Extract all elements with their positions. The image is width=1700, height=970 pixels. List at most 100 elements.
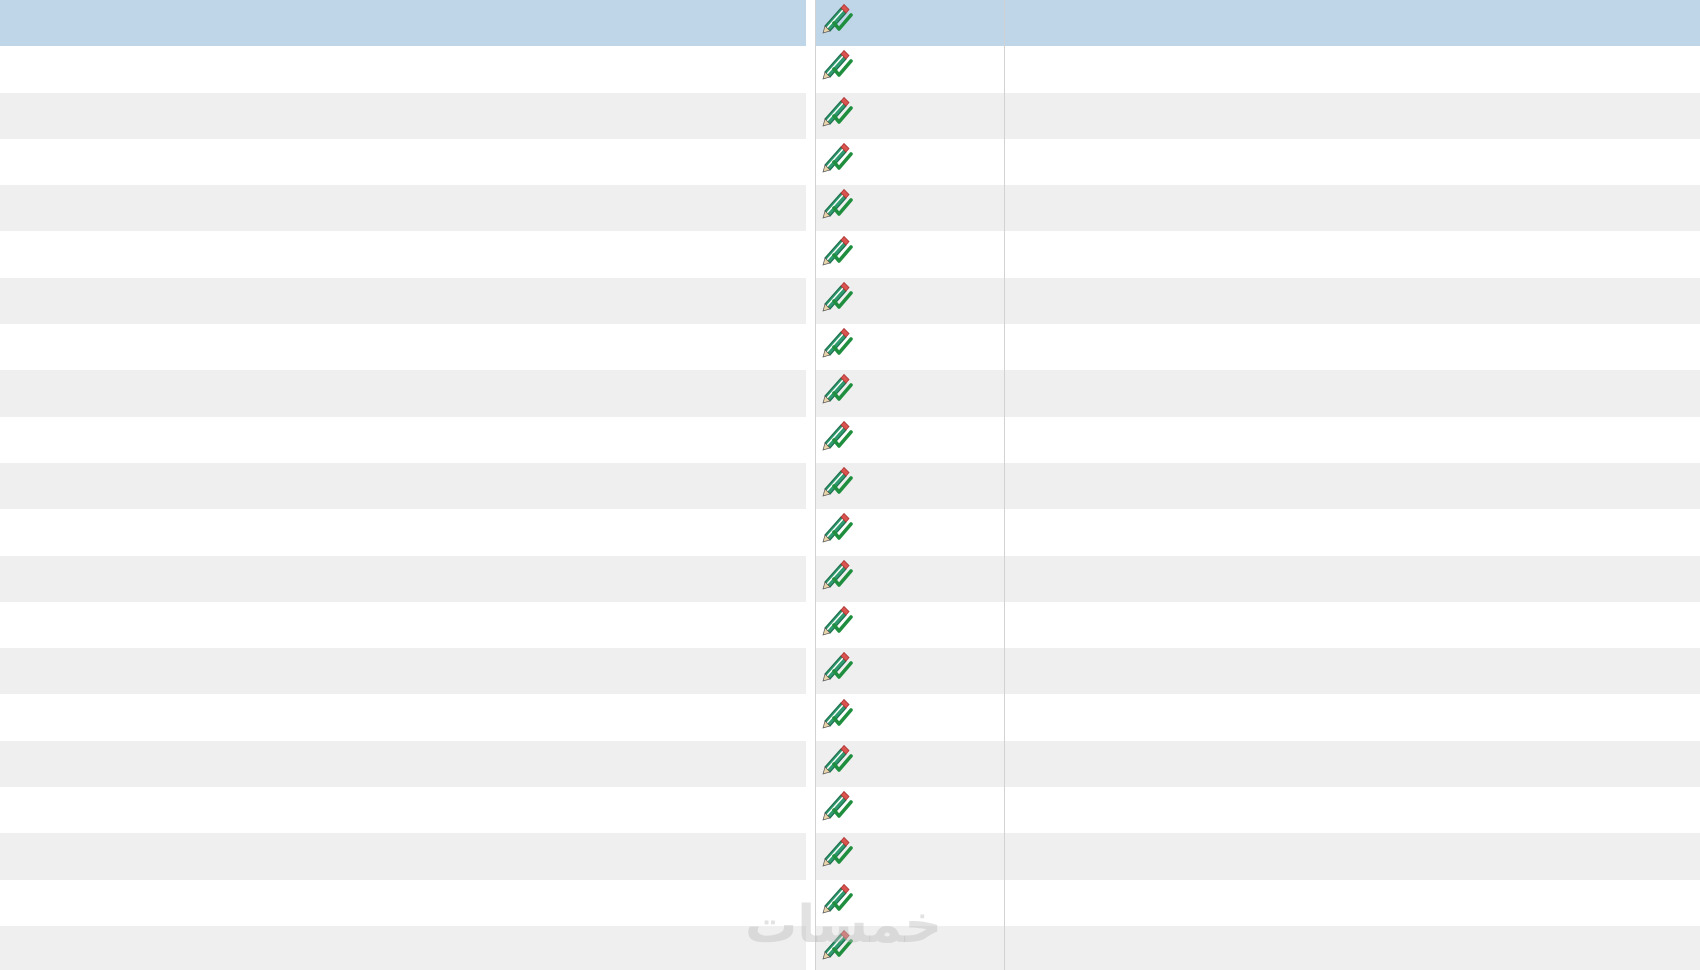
table-cell[interactable] bbox=[1005, 417, 1700, 463]
edit-approve-cell[interactable] bbox=[816, 833, 1004, 879]
table-cell[interactable] bbox=[0, 926, 806, 970]
table-row[interactable] bbox=[0, 694, 1700, 741]
edit-approve-cell[interactable] bbox=[816, 139, 1004, 185]
edit-approve-icon[interactable] bbox=[820, 279, 854, 313]
edit-approve-cell[interactable] bbox=[816, 232, 1004, 278]
table-cell[interactable] bbox=[1005, 139, 1700, 185]
edit-approve-cell[interactable] bbox=[816, 509, 1004, 555]
table-cell[interactable] bbox=[0, 602, 806, 648]
edit-approve-cell[interactable] bbox=[816, 278, 1004, 324]
edit-approve-icon[interactable] bbox=[820, 927, 854, 961]
table-cell[interactable] bbox=[0, 232, 806, 278]
table-row[interactable] bbox=[0, 787, 1700, 834]
table-cell[interactable] bbox=[1005, 926, 1700, 970]
table-cell[interactable] bbox=[0, 0, 806, 46]
table-cell[interactable] bbox=[1005, 509, 1700, 555]
table-cell[interactable] bbox=[1005, 46, 1700, 92]
table-cell[interactable] bbox=[1005, 324, 1700, 370]
edit-approve-cell[interactable] bbox=[816, 787, 1004, 833]
table-cell[interactable] bbox=[0, 278, 806, 324]
edit-approve-icon[interactable] bbox=[820, 649, 854, 683]
table-cell[interactable] bbox=[1005, 602, 1700, 648]
table-row[interactable] bbox=[0, 463, 1700, 510]
table-row[interactable] bbox=[0, 879, 1700, 926]
table-cell[interactable] bbox=[0, 370, 806, 416]
table-row[interactable] bbox=[0, 370, 1700, 417]
edit-approve-cell[interactable] bbox=[816, 93, 1004, 139]
table-cell[interactable] bbox=[0, 417, 806, 463]
table-row[interactable] bbox=[0, 46, 1700, 93]
table-cell[interactable] bbox=[1005, 695, 1700, 741]
table-row[interactable] bbox=[0, 324, 1700, 371]
edit-approve-icon[interactable] bbox=[820, 603, 854, 637]
table-cell[interactable] bbox=[1005, 833, 1700, 879]
table-cell[interactable] bbox=[1005, 648, 1700, 694]
edit-approve-icon[interactable] bbox=[820, 47, 854, 81]
edit-approve-icon[interactable] bbox=[820, 140, 854, 174]
table-row[interactable] bbox=[0, 0, 1700, 47]
edit-approve-icon[interactable] bbox=[820, 696, 854, 730]
table-cell[interactable] bbox=[1005, 741, 1700, 787]
table-cell[interactable] bbox=[0, 46, 806, 92]
edit-approve-icon[interactable] bbox=[820, 881, 854, 915]
table-row[interactable] bbox=[0, 277, 1700, 325]
table-cell[interactable] bbox=[0, 93, 806, 139]
table-cell[interactable] bbox=[1005, 0, 1700, 46]
table-cell[interactable] bbox=[0, 695, 806, 741]
table-row[interactable] bbox=[0, 231, 1700, 278]
table-cell[interactable] bbox=[0, 741, 806, 787]
table-cell[interactable] bbox=[0, 787, 806, 833]
edit-approve-icon[interactable] bbox=[820, 418, 854, 452]
table-cell[interactable] bbox=[1005, 463, 1700, 509]
table-cell[interactable] bbox=[0, 833, 806, 879]
edit-approve-cell[interactable] bbox=[816, 556, 1004, 602]
edit-approve-cell[interactable] bbox=[816, 602, 1004, 648]
table-cell[interactable] bbox=[0, 463, 806, 509]
edit-approve-icon[interactable] bbox=[820, 742, 854, 776]
table-row[interactable] bbox=[0, 833, 1700, 880]
table-row[interactable] bbox=[0, 92, 1700, 139]
edit-approve-cell[interactable] bbox=[816, 695, 1004, 741]
table-cell[interactable] bbox=[1005, 880, 1700, 926]
table-cell[interactable] bbox=[1005, 370, 1700, 416]
edit-approve-icon[interactable] bbox=[820, 186, 854, 220]
edit-approve-icon[interactable] bbox=[820, 94, 854, 128]
table-cell[interactable] bbox=[0, 324, 806, 370]
table-cell[interactable] bbox=[1005, 93, 1700, 139]
edit-approve-icon[interactable] bbox=[820, 510, 854, 544]
table-cell[interactable] bbox=[0, 509, 806, 555]
table-row[interactable] bbox=[0, 138, 1700, 186]
table-cell[interactable] bbox=[1005, 232, 1700, 278]
edit-approve-icon[interactable] bbox=[820, 1, 854, 35]
table-row[interactable] bbox=[0, 416, 1700, 463]
edit-approve-cell[interactable] bbox=[816, 46, 1004, 92]
table-cell[interactable] bbox=[0, 648, 806, 694]
edit-approve-cell[interactable] bbox=[816, 0, 1004, 46]
edit-approve-cell[interactable] bbox=[816, 880, 1004, 926]
table-cell[interactable] bbox=[0, 556, 806, 602]
table-cell[interactable] bbox=[0, 139, 806, 185]
table-row[interactable] bbox=[0, 601, 1700, 649]
table-row[interactable] bbox=[0, 740, 1700, 788]
table-cell[interactable] bbox=[1005, 787, 1700, 833]
table-cell[interactable] bbox=[1005, 278, 1700, 324]
table-row[interactable] bbox=[0, 648, 1700, 695]
edit-approve-icon[interactable] bbox=[820, 233, 854, 267]
edit-approve-icon[interactable] bbox=[820, 464, 854, 498]
edit-approve-cell[interactable] bbox=[816, 370, 1004, 416]
table-cell[interactable] bbox=[1005, 556, 1700, 602]
edit-approve-cell[interactable] bbox=[816, 926, 1004, 970]
edit-approve-cell[interactable] bbox=[816, 417, 1004, 463]
table-row[interactable] bbox=[0, 555, 1700, 602]
table-cell[interactable] bbox=[0, 880, 806, 926]
edit-approve-icon[interactable] bbox=[820, 371, 854, 405]
edit-approve-cell[interactable] bbox=[816, 648, 1004, 694]
edit-approve-cell[interactable] bbox=[816, 741, 1004, 787]
edit-approve-icon[interactable] bbox=[820, 788, 854, 822]
edit-approve-icon[interactable] bbox=[820, 557, 854, 591]
table-row[interactable] bbox=[0, 509, 1700, 556]
edit-approve-cell[interactable] bbox=[816, 463, 1004, 509]
table-cell[interactable] bbox=[1005, 185, 1700, 231]
edit-approve-icon[interactable] bbox=[820, 325, 854, 359]
edit-approve-cell[interactable] bbox=[816, 324, 1004, 370]
